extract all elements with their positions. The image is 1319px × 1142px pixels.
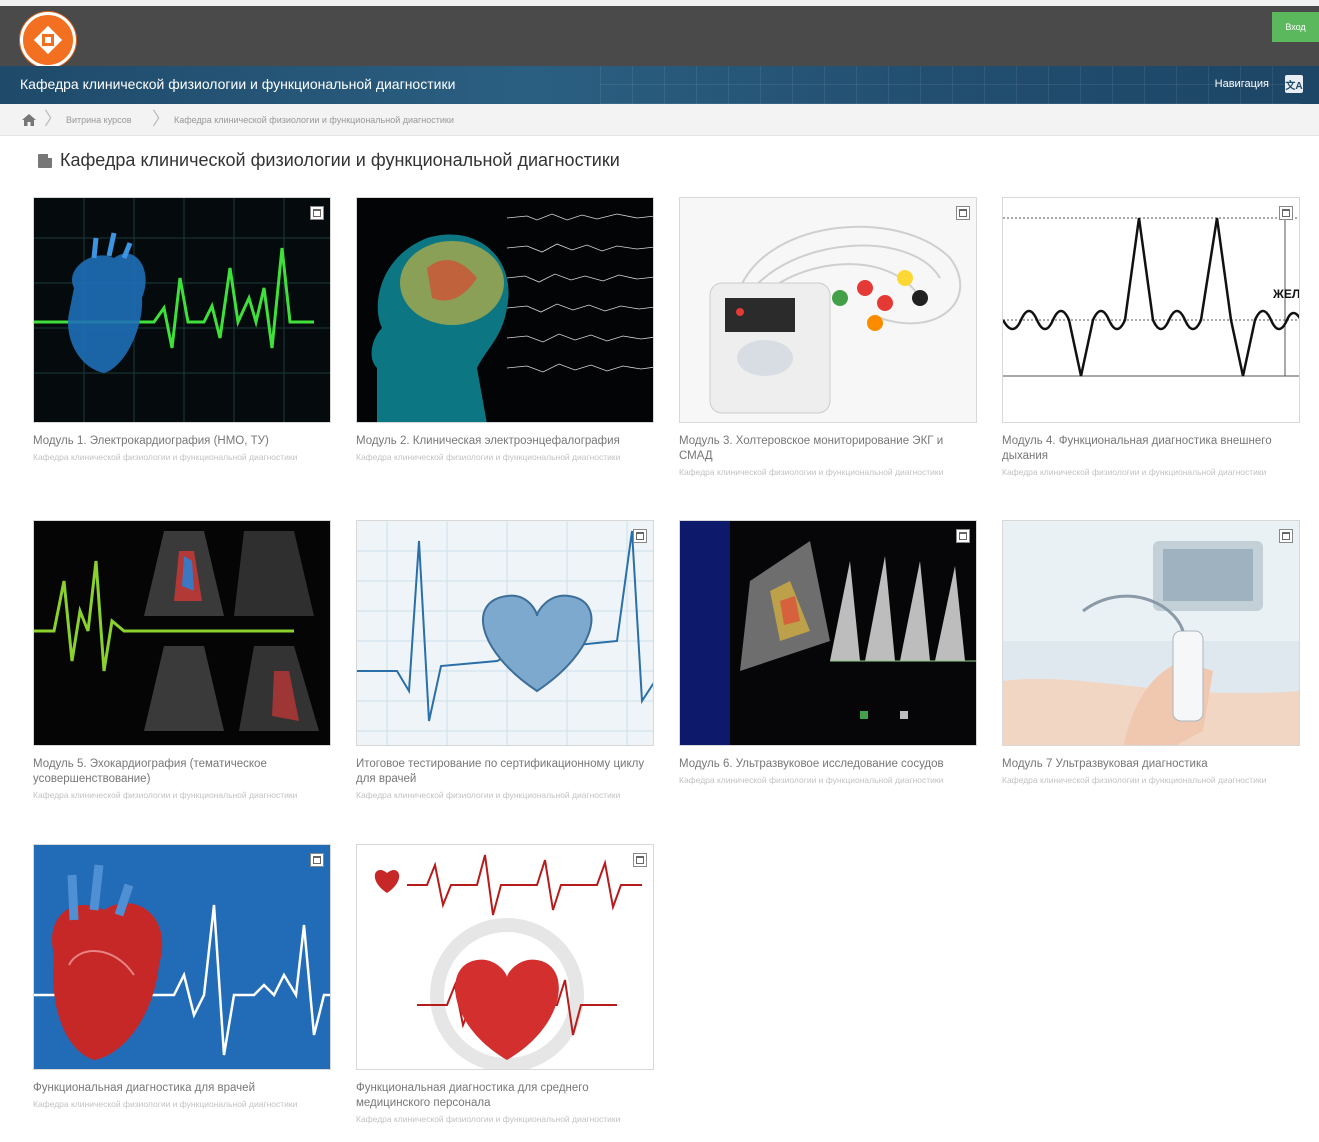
course-image-nurses[interactable] — [356, 844, 654, 1070]
course-title[interactable]: Модуль 6. Ультразвуковое исследование со… — [679, 757, 977, 772]
course-category: Кафедра клинической физиологии и функцио… — [356, 452, 621, 462]
course-image-ultrasound[interactable] — [1002, 520, 1300, 746]
banner-pattern — [600, 66, 1300, 104]
course-title[interactable]: Модуль 4. Функциональная диагностика вне… — [1002, 434, 1300, 464]
page-title: Кафедра клинической физиологии и функцио… — [60, 150, 620, 170]
course-badge-icon — [633, 853, 647, 867]
course-badge-icon — [956, 529, 970, 543]
course-badge-icon — [633, 529, 647, 543]
banner-title[interactable]: Кафедра клинической физиологии и функцио… — [20, 76, 455, 92]
course-category: Кафедра клинической физиологии и функцио… — [679, 467, 944, 477]
course-card-holter[interactable]: Модуль 3. Холтеровское мониторирование Э… — [679, 197, 977, 479]
course-badge-icon — [1279, 206, 1293, 220]
course-image-eeg[interactable] — [356, 197, 654, 423]
volume-label: ЖЕЛ — [1272, 287, 1300, 301]
course-title[interactable]: Итоговое тестирование по сертификационно… — [356, 757, 654, 787]
course-category: Кафедра клинической физиологии и функцио… — [33, 1099, 298, 1109]
course-category: Кафедра клинической физиологии и функцио… — [1002, 775, 1267, 785]
course-title[interactable]: Модуль 2. Клиническая электроэнцефалогра… — [356, 434, 654, 449]
navigation-link[interactable]: Навигация — [1215, 78, 1269, 90]
home-icon[interactable] — [22, 113, 36, 131]
course-image-vascular-us[interactable] — [679, 520, 977, 746]
course-badge-icon — [310, 206, 324, 220]
course-card-doctors[interactable]: Функциональная диагностика для врачей Ка… — [33, 844, 331, 1111]
course-category: Кафедра клинической физиологии и функцио… — [356, 790, 621, 800]
course-badge-icon — [956, 206, 970, 220]
page-heading: Кафедра клинической физиологии и функцио… — [38, 150, 620, 171]
course-title[interactable]: Функциональная диагностика для среднего … — [356, 1081, 654, 1111]
breadcrumb: 〉 Витрина курсов 〉 Кафедра клинической ф… — [0, 104, 1319, 136]
course-card-nurses[interactable]: Функциональная диагностика для среднего … — [356, 844, 654, 1126]
course-banner: Кафедра клинической физиологии и функцио… — [0, 66, 1319, 104]
course-category: Кафедра клинической физиологии и функцио… — [33, 790, 298, 800]
course-title[interactable]: Модуль 5. Эхокардиография (тематическое … — [33, 757, 331, 787]
course-image-doctors[interactable] — [33, 844, 331, 1070]
course-card-final-test[interactable]: Итоговое тестирование по сертификационно… — [356, 520, 654, 802]
course-image-holter[interactable] — [679, 197, 977, 423]
login-button[interactable]: Вход — [1272, 12, 1319, 42]
course-title[interactable]: Модуль 1. Электрокардиография (НМО, ТУ) — [33, 434, 331, 449]
course-image-ecg[interactable] — [33, 197, 331, 423]
course-image-spirometry[interactable]: ЖЕЛ — [1002, 197, 1300, 423]
top-navbar: Вход — [0, 0, 1319, 68]
breadcrumb-separator-icon: 〉 — [44, 109, 62, 129]
course-title[interactable]: Модуль 3. Холтеровское мониторирование Э… — [679, 434, 977, 464]
logo-icon[interactable] — [20, 12, 76, 68]
course-badge-icon — [1279, 529, 1293, 543]
course-image-echo[interactable] — [33, 520, 331, 746]
category-icon — [38, 151, 54, 168]
breadcrumb-item-showcase[interactable]: Витрина курсов — [66, 115, 132, 125]
breadcrumb-separator-icon: 〉 — [152, 109, 170, 129]
course-card-spirometry[interactable]: ЖЕЛ Модуль 4. Функциональная диагностика… — [1002, 197, 1300, 479]
course-category: Кафедра клинической физиологии и функцио… — [1002, 467, 1267, 477]
course-image-final-test[interactable] — [356, 520, 654, 746]
course-card-ultrasound[interactable]: Модуль 7 Ультразвуковая диагностика Кафе… — [1002, 520, 1300, 787]
course-category: Кафедра клинической физиологии и функцио… — [356, 1114, 621, 1124]
breadcrumb-item-department[interactable]: Кафедра клинической физиологии и функцио… — [174, 115, 454, 125]
course-card-eeg[interactable]: Модуль 2. Клиническая электроэнцефалогра… — [356, 197, 654, 464]
course-title[interactable]: Модуль 7 Ультразвуковая диагностика — [1002, 757, 1300, 772]
course-category: Кафедра клинической физиологии и функцио… — [33, 452, 298, 462]
course-category: Кафедра клинической физиологии и функцио… — [679, 775, 944, 785]
course-card-vascular-us[interactable]: Модуль 6. Ультразвуковое исследование со… — [679, 520, 977, 787]
course-badge-icon — [310, 853, 324, 867]
course-card-echo[interactable]: Модуль 5. Эхокардиография (тематическое … — [33, 520, 331, 802]
translate-icon[interactable]: 文A — [1285, 75, 1303, 93]
course-title[interactable]: Функциональная диагностика для врачей — [33, 1081, 331, 1096]
course-card-ecg[interactable]: Модуль 1. Электрокардиография (НМО, ТУ) … — [33, 197, 331, 464]
